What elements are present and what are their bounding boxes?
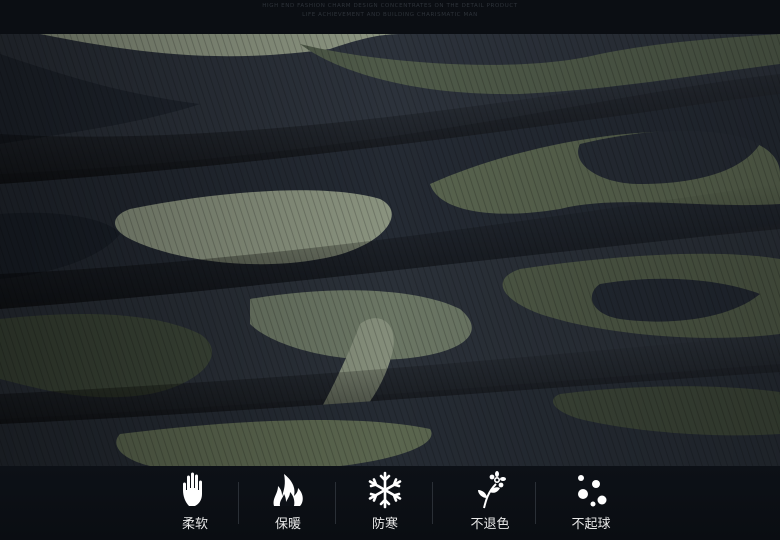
- feature-label: 保暖: [274, 517, 301, 532]
- feature-soft: 柔软: [145, 466, 245, 540]
- feature-cold-proof: 防寒: [335, 466, 435, 540]
- feature-label: 防寒: [371, 517, 398, 532]
- snowflake-icon: [368, 471, 402, 509]
- top-banner: HIGH END FASHION CHARM DESIGN CONCENTRAT…: [0, 0, 780, 34]
- flame-icon: [273, 474, 303, 506]
- feature-label: 不退色: [470, 517, 510, 532]
- tagline-line-2: LIFE ACHIEVEMENT AND BUILDING CHARISMATI…: [302, 12, 478, 18]
- feature-label: 柔软: [181, 517, 208, 532]
- tagline-line-1: HIGH END FASHION CHARM DESIGN CONCENTRAT…: [262, 3, 518, 9]
- hand-icon: [183, 472, 202, 506]
- dots-icon: [578, 475, 607, 507]
- fabric-closeup-photo: [0, 34, 780, 466]
- feature-anti-pilling: 不起球: [541, 466, 641, 540]
- feature-colorfast: 不退色: [440, 466, 540, 540]
- divider: [432, 482, 433, 524]
- feature-icons-bar: 柔软 保暖 防寒 不退色 不起球: [0, 466, 780, 540]
- feature-label: 不起球: [571, 517, 611, 532]
- feature-warm: 保暖: [238, 466, 338, 540]
- divider: [535, 482, 536, 524]
- flower-icon: [478, 471, 506, 509]
